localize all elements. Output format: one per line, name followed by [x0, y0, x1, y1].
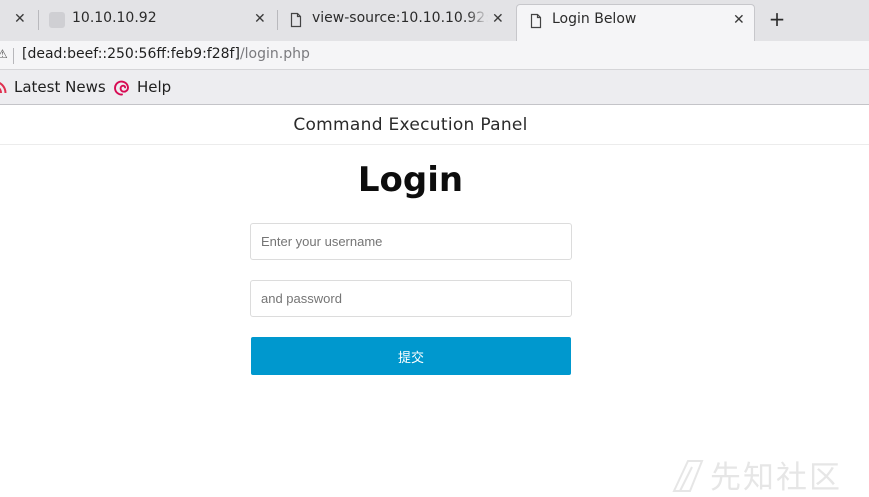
watermark-text: 先知社区 — [710, 460, 842, 496]
site-info-icon[interactable]: ⚠ — [0, 47, 8, 61]
address-divider — [13, 48, 14, 64]
default-favicon-icon — [49, 12, 65, 28]
close-icon[interactable]: ✕ — [14, 11, 26, 27]
password-input[interactable] — [250, 280, 572, 317]
tab-title: Login Below — [552, 11, 637, 27]
close-icon[interactable]: ✕ — [254, 11, 266, 27]
close-icon[interactable]: ✕ — [492, 11, 504, 27]
page-icon — [530, 13, 542, 29]
site-navbar: Command Execution Panel — [0, 106, 869, 145]
tab-title: 10.10.10.92 — [72, 10, 157, 26]
tab-login-below[interactable]: Login Below ✕ — [516, 4, 755, 41]
bookmark-label: Latest News — [14, 78, 106, 96]
tab-view-source[interactable]: view-source:10.10.10.92:3 ✕ — [278, 0, 514, 40]
tab-10-10-10-92[interactable]: 10.10.10.92 ✕ — [39, 0, 276, 40]
url-path: /login.php — [239, 46, 310, 62]
username-input[interactable] — [250, 223, 572, 260]
tab-strip: ✕ 10.10.10.92 ✕ view-source:10.10.10.92:… — [0, 0, 869, 41]
bookmark-help[interactable]: Help — [113, 78, 171, 96]
page-icon — [290, 12, 302, 28]
bookmark-label: Help — [137, 78, 172, 96]
url-text[interactable]: [dead:beef::250:56ff:feb9:f28f]/login.ph… — [22, 46, 310, 62]
bookmarks-toolbar: Latest News Help — [0, 70, 869, 105]
watermark: 先知社区 — [670, 452, 842, 497]
close-icon[interactable]: ✕ — [733, 12, 745, 28]
page-title: Login — [357, 160, 464, 200]
address-bar[interactable]: ⚠ [dead:beef::250:56ff:feb9:f28f]/login.… — [0, 41, 869, 70]
watermark-logo-icon — [672, 459, 704, 492]
url-host: [dead:beef::250:56ff:feb9:f28f] — [22, 46, 240, 62]
brand-title[interactable]: Command Execution Panel — [0, 115, 821, 135]
submit-button[interactable]: 提交 — [251, 337, 571, 375]
tab-partial[interactable]: ✕ — [0, 0, 36, 40]
debian-swirl-icon — [114, 80, 129, 95]
tab-title: view-source:10.10.10.92:3 — [312, 10, 488, 26]
new-tab-button[interactable]: + — [766, 8, 788, 30]
rss-icon — [0, 82, 7, 94]
bookmark-latest-news[interactable]: Latest News — [0, 78, 106, 96]
